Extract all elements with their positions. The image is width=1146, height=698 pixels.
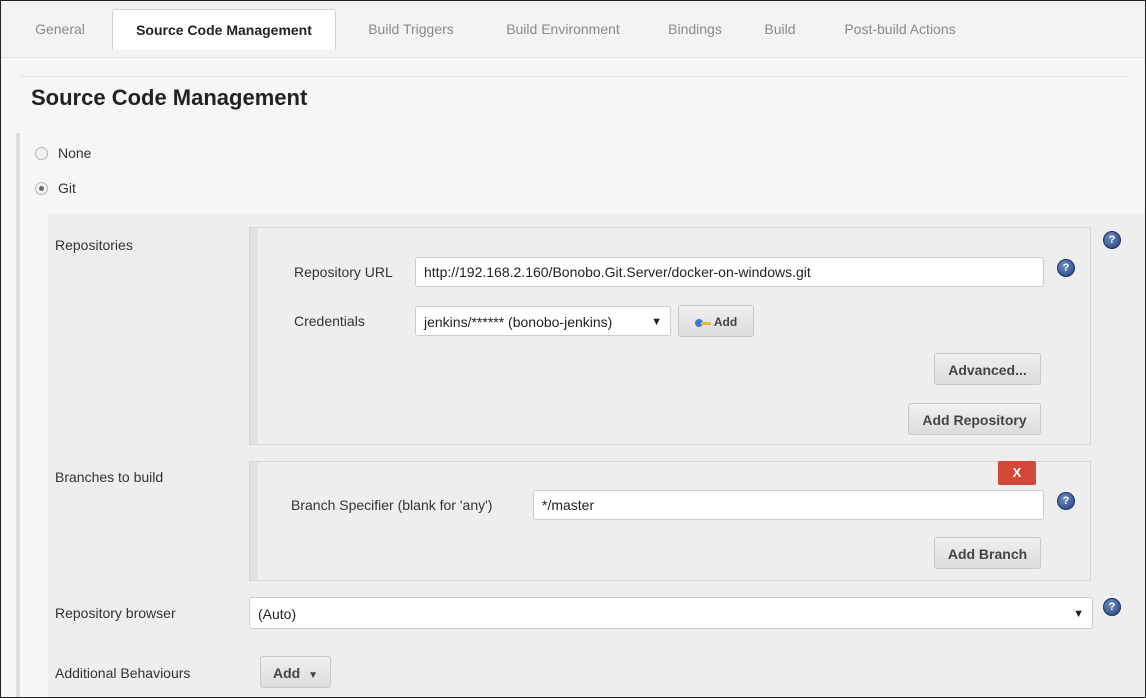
- config-tab-bar: General Source Code Management Build Tri…: [1, 1, 1145, 58]
- tab-general[interactable]: General: [21, 10, 99, 48]
- repository-url-help-icon[interactable]: ?: [1057, 259, 1075, 277]
- tab-build[interactable]: Build: [750, 10, 810, 48]
- add-credentials-label: Add: [713, 315, 738, 329]
- section-left-rail: [16, 133, 20, 697]
- git-help-icon[interactable]: ?: [1103, 231, 1121, 249]
- section-divider: [20, 76, 1128, 77]
- scm-option-none[interactable]: None: [35, 144, 91, 162]
- radio-git[interactable]: [35, 181, 48, 195]
- section-title: Source Code Management: [31, 85, 308, 110]
- additional-behaviours-label: Additional Behaviours: [55, 665, 191, 681]
- add-credentials-button[interactable]: Add: [678, 305, 754, 337]
- caret-down-icon: ▼: [651, 316, 662, 328]
- delete-branch-button[interactable]: X: [998, 461, 1036, 485]
- add-behaviour-button[interactable]: Add ▼: [260, 656, 331, 688]
- tab-source-code-management[interactable]: Source Code Management: [112, 9, 336, 50]
- repository-url-input[interactable]: [415, 257, 1044, 287]
- credentials-label: Credentials: [294, 313, 365, 329]
- caret-down-icon: ▼: [1073, 608, 1084, 620]
- advanced-button[interactable]: Advanced...: [934, 353, 1041, 385]
- radio-none[interactable]: [35, 146, 48, 160]
- add-branch-button[interactable]: Add Branch: [934, 537, 1041, 569]
- scm-option-git[interactable]: Git: [35, 179, 76, 197]
- radio-none-label: None: [58, 145, 92, 161]
- key-icon: [694, 318, 711, 327]
- radio-git-label: Git: [58, 180, 76, 196]
- branches-label: Branches to build: [55, 469, 164, 485]
- job-config-page: General Source Code Management Build Tri…: [0, 0, 1146, 698]
- branch-specifier-help-icon[interactable]: ?: [1057, 492, 1075, 510]
- repositories-label: Repositories: [55, 237, 133, 253]
- add-behaviour-label: Add: [272, 665, 301, 681]
- tab-bindings[interactable]: Bindings: [653, 10, 737, 48]
- repository-browser-label: Repository browser: [55, 605, 176, 621]
- credentials-select[interactable]: jenkins/****** (bonobo-jenkins) ▼: [415, 306, 671, 336]
- tab-build-environment[interactable]: Build Environment: [483, 10, 643, 48]
- tab-post-build-actions[interactable]: Post-build Actions: [823, 10, 977, 48]
- repository-browser-select[interactable]: (Auto) ▼: [249, 597, 1093, 629]
- tab-build-triggers[interactable]: Build Triggers: [348, 10, 474, 48]
- repository-url-label: Repository URL: [294, 264, 393, 280]
- caret-down-icon: ▼: [308, 670, 318, 681]
- repository-browser-help-icon[interactable]: ?: [1103, 598, 1121, 616]
- branch-specifier-label: Branch Specifier (blank for 'any'): [291, 497, 493, 513]
- branch-specifier-input[interactable]: [533, 490, 1044, 520]
- add-repository-button[interactable]: Add Repository: [908, 403, 1041, 435]
- credentials-value: jenkins/****** (bonobo-jenkins): [424, 314, 613, 330]
- repository-browser-value: (Auto): [258, 606, 297, 622]
